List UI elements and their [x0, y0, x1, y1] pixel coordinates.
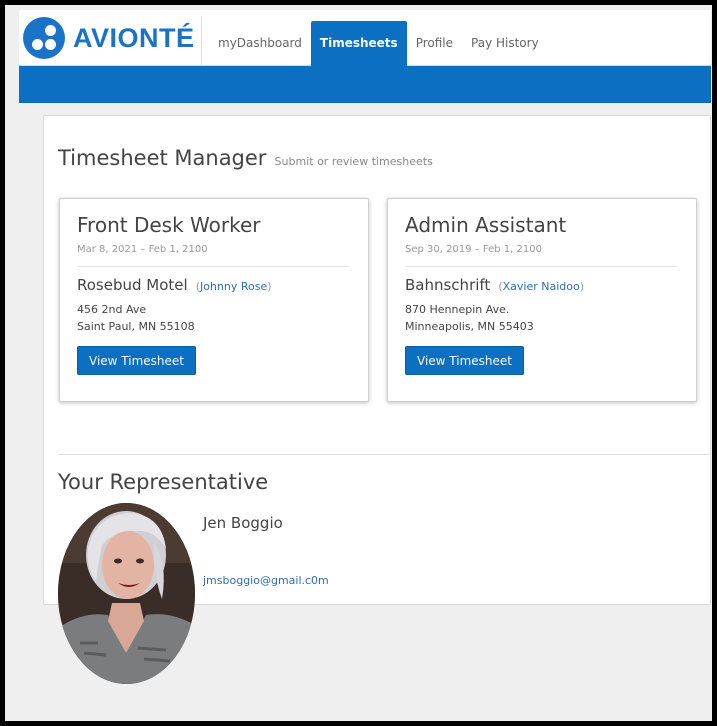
top-navigation: AVIONTÉ myDashboard Timesheets Profile P…: [19, 10, 711, 66]
view-timesheet-button[interactable]: View Timesheet: [405, 346, 524, 375]
page-title-text: Timesheet Manager: [58, 146, 267, 170]
nav-divider: [201, 16, 202, 66]
address-line-1: 870 Hennepin Ave.: [405, 303, 510, 316]
contact-paren-close: ): [267, 280, 272, 293]
job-title: Front Desk Worker: [77, 213, 261, 237]
job-title: Admin Assistant: [405, 213, 567, 237]
nav-item-profile[interactable]: Profile: [407, 21, 462, 66]
company-line: Rosebud Motel (Johnny Rose): [77, 276, 272, 294]
avionte-logo-icon: [23, 17, 65, 59]
contact-wrapper: (Johnny Rose): [196, 280, 272, 293]
contact-link[interactable]: Johnny Rose: [200, 280, 267, 293]
app-frame: AVIONTÉ myDashboard Timesheets Profile P…: [0, 0, 717, 726]
nav-item-pay-history[interactable]: Pay History: [462, 21, 548, 66]
view-timesheet-button[interactable]: View Timesheet: [77, 346, 196, 375]
assignment-card: Front Desk Worker Mar 8, 2021 – Feb 1, 2…: [59, 198, 369, 402]
page-title: Timesheet Manager Submit or review times…: [58, 146, 433, 170]
company-name: Bahnschrift: [405, 276, 491, 294]
assignment-dates: Sep 30, 2019 – Feb 1, 2100: [405, 244, 542, 255]
card-divider: [405, 266, 677, 267]
card-divider: [77, 266, 349, 267]
representative-name: Jen Boggio: [203, 514, 283, 532]
company-line: Bahnschrift (Xavier Naidoo): [405, 276, 584, 294]
avatar-photo-icon: [58, 503, 195, 684]
contact-link[interactable]: Xavier Naidoo: [503, 280, 580, 293]
nav-item-mydashboard[interactable]: myDashboard: [209, 21, 311, 66]
contact-wrapper: (Xavier Naidoo): [498, 280, 584, 293]
page-subtitle: Submit or review timesheets: [274, 155, 433, 168]
representative-email-link[interactable]: jmsboggio@gmail.c0m: [203, 574, 329, 587]
sub-header-bar: [19, 66, 711, 103]
brand-logo[interactable]: AVIONTÉ: [23, 14, 201, 62]
assignment-dates: Mar 8, 2021 – Feb 1, 2100: [77, 244, 208, 255]
address-line-1: 456 2nd Ave: [77, 303, 147, 316]
representative-heading: Your Representative: [58, 470, 269, 494]
contact-paren-close: ): [579, 280, 585, 293]
address-line-2: Saint Paul, MN 55108: [77, 320, 195, 333]
representative-avatar: [58, 503, 195, 684]
brand-name: AVIONTÉ: [73, 22, 195, 53]
company-name: Rosebud Motel: [77, 276, 188, 294]
address-line-2: Minneapolis, MN 55403: [405, 320, 534, 333]
nav-item-timesheets[interactable]: Timesheets: [310, 21, 407, 66]
section-divider: [58, 454, 712, 455]
assignment-card: Admin Assistant Sep 30, 2019 – Feb 1, 21…: [387, 198, 697, 402]
main-nav: myDashboard Timesheets Profile Pay Histo…: [209, 21, 548, 66]
